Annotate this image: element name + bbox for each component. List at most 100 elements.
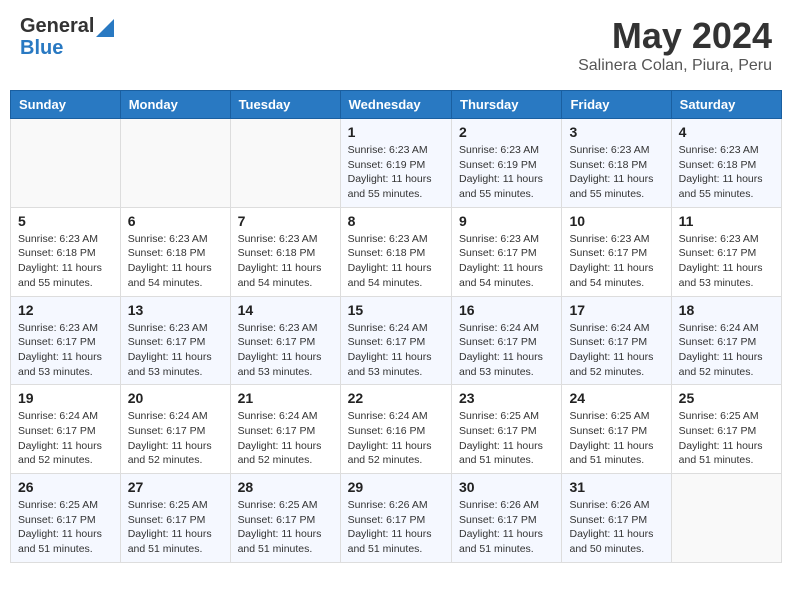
day-number: 25	[679, 390, 774, 406]
calendar-week-row: 19 Sunrise: 6:24 AM Sunset: 6:17 PM Dayli…	[11, 385, 782, 474]
day-info: Sunrise: 6:23 AM Sunset: 6:17 PM Dayligh…	[238, 321, 333, 380]
day-info: Sunrise: 6:26 AM Sunset: 6:17 PM Dayligh…	[348, 498, 444, 557]
day-number: 4	[679, 124, 774, 140]
calendar-week-row: 26 Sunrise: 6:25 AM Sunset: 6:17 PM Dayli…	[11, 474, 782, 563]
page-header: General Blue May 2024 Salinera Colan, Pi…	[10, 10, 782, 80]
calendar-cell: 1 Sunrise: 6:23 AM Sunset: 6:19 PM Daylig…	[340, 119, 451, 208]
day-info: Sunrise: 6:26 AM Sunset: 6:17 PM Dayligh…	[569, 498, 663, 557]
calendar-cell: 25 Sunrise: 6:25 AM Sunset: 6:17 PM Dayli…	[671, 385, 781, 474]
calendar-cell	[11, 119, 121, 208]
day-number: 23	[459, 390, 554, 406]
calendar-cell: 29Sunrise: 6:26 AM Sunset: 6:17 PM Dayli…	[340, 474, 451, 563]
day-info: Sunrise: 6:24 AM Sunset: 6:17 PM Dayligh…	[348, 321, 444, 380]
day-number: 5	[18, 213, 113, 229]
day-number: 26	[18, 479, 113, 495]
day-number: 17	[569, 302, 663, 318]
day-info: Sunrise: 6:23 AM Sunset: 6:18 PM Dayligh…	[679, 143, 774, 202]
calendar-cell: 31 Sunrise: 6:26 AM Sunset: 6:17 PM Dayli…	[562, 474, 671, 563]
day-info: Sunrise: 6:23 AM Sunset: 6:18 PM Dayligh…	[569, 143, 663, 202]
day-info: Sunrise: 6:24 AM Sunset: 6:17 PM Dayligh…	[128, 409, 223, 468]
location-title: Salinera Colan, Piura, Peru	[578, 57, 772, 75]
calendar-cell: 18 Sunrise: 6:24 AM Sunset: 6:17 PM Dayli…	[671, 296, 781, 385]
calendar-cell: 7 Sunrise: 6:23 AM Sunset: 6:18 PM Daylig…	[230, 207, 340, 296]
day-info: Sunrise: 6:24 AM Sunset: 6:17 PM Dayligh…	[569, 321, 663, 380]
day-number: 28	[238, 479, 333, 495]
day-number: 16	[459, 302, 554, 318]
day-number: 7	[238, 213, 333, 229]
calendar-cell: 24Sunrise: 6:25 AM Sunset: 6:17 PM Dayli…	[562, 385, 671, 474]
day-info: Sunrise: 6:23 AM Sunset: 6:17 PM Dayligh…	[569, 232, 663, 291]
day-number: 2	[459, 124, 554, 140]
day-info: Sunrise: 6:23 AM Sunset: 6:17 PM Dayligh…	[459, 232, 554, 291]
day-number: 14	[238, 302, 333, 318]
day-number: 10	[569, 213, 663, 229]
day-info: Sunrise: 6:25 AM Sunset: 6:17 PM Dayligh…	[679, 409, 774, 468]
calendar-cell: 17 Sunrise: 6:24 AM Sunset: 6:17 PM Dayli…	[562, 296, 671, 385]
day-info: Sunrise: 6:23 AM Sunset: 6:17 PM Dayligh…	[679, 232, 774, 291]
day-info: Sunrise: 6:24 AM Sunset: 6:17 PM Dayligh…	[679, 321, 774, 380]
day-info: Sunrise: 6:23 AM Sunset: 6:19 PM Dayligh…	[459, 143, 554, 202]
calendar-cell: 8Sunrise: 6:23 AM Sunset: 6:18 PM Daylig…	[340, 207, 451, 296]
day-number: 9	[459, 213, 554, 229]
calendar-cell: 19 Sunrise: 6:24 AM Sunset: 6:17 PM Dayli…	[11, 385, 121, 474]
day-number: 15	[348, 302, 444, 318]
day-info: Sunrise: 6:24 AM Sunset: 6:17 PM Dayligh…	[18, 409, 113, 468]
day-number: 1	[348, 124, 444, 140]
calendar-cell: 21Sunrise: 6:24 AM Sunset: 6:17 PM Dayli…	[230, 385, 340, 474]
calendar-cell: 28 Sunrise: 6:25 AM Sunset: 6:17 PM Dayli…	[230, 474, 340, 563]
calendar-week-row: 5 Sunrise: 6:23 AM Sunset: 6:18 PM Daylig…	[11, 207, 782, 296]
calendar-cell: 16 Sunrise: 6:24 AM Sunset: 6:17 PM Dayli…	[452, 296, 562, 385]
calendar-cell: 12 Sunrise: 6:23 AM Sunset: 6:17 PM Dayli…	[11, 296, 121, 385]
calendar-cell	[230, 119, 340, 208]
day-number: 8	[348, 213, 444, 229]
calendar-table: SundayMondayTuesdayWednesdayThursdayFrid…	[10, 90, 782, 563]
title-section: May 2024 Salinera Colan, Piura, Peru	[578, 15, 772, 75]
weekday-header-saturday: Saturday	[671, 91, 781, 119]
day-info: Sunrise: 6:23 AM Sunset: 6:17 PM Dayligh…	[18, 321, 113, 380]
calendar-cell: 9 Sunrise: 6:23 AM Sunset: 6:17 PM Daylig…	[452, 207, 562, 296]
day-number: 3	[569, 124, 663, 140]
calendar-week-row: 12 Sunrise: 6:23 AM Sunset: 6:17 PM Dayli…	[11, 296, 782, 385]
day-info: Sunrise: 6:25 AM Sunset: 6:17 PM Dayligh…	[459, 409, 554, 468]
day-info: Sunrise: 6:23 AM Sunset: 6:18 PM Dayligh…	[18, 232, 113, 291]
weekday-header-sunday: Sunday	[11, 91, 121, 119]
day-info: Sunrise: 6:23 AM Sunset: 6:18 PM Dayligh…	[238, 232, 333, 291]
day-number: 6	[128, 213, 223, 229]
day-info: Sunrise: 6:25 AM Sunset: 6:17 PM Dayligh…	[238, 498, 333, 557]
calendar-cell: 6Sunrise: 6:23 AM Sunset: 6:18 PM Daylig…	[120, 207, 230, 296]
month-title: May 2024	[578, 15, 772, 57]
day-info: Sunrise: 6:26 AM Sunset: 6:17 PM Dayligh…	[459, 498, 554, 557]
day-number: 19	[18, 390, 113, 406]
day-number: 31	[569, 479, 663, 495]
calendar-cell	[120, 119, 230, 208]
day-info: Sunrise: 6:25 AM Sunset: 6:17 PM Dayligh…	[18, 498, 113, 557]
calendar-cell: 13Sunrise: 6:23 AM Sunset: 6:17 PM Dayli…	[120, 296, 230, 385]
weekday-header-wednesday: Wednesday	[340, 91, 451, 119]
day-number: 30	[459, 479, 554, 495]
calendar-cell: 23 Sunrise: 6:25 AM Sunset: 6:17 PM Dayli…	[452, 385, 562, 474]
calendar-week-row: 1 Sunrise: 6:23 AM Sunset: 6:19 PM Daylig…	[11, 119, 782, 208]
weekday-header-row: SundayMondayTuesdayWednesdayThursdayFrid…	[11, 91, 782, 119]
day-info: Sunrise: 6:25 AM Sunset: 6:17 PM Dayligh…	[128, 498, 223, 557]
calendar-cell: 11Sunrise: 6:23 AM Sunset: 6:17 PM Dayli…	[671, 207, 781, 296]
day-number: 12	[18, 302, 113, 318]
day-number: 27	[128, 479, 223, 495]
calendar-cell: 26 Sunrise: 6:25 AM Sunset: 6:17 PM Dayli…	[11, 474, 121, 563]
day-info: Sunrise: 6:23 AM Sunset: 6:19 PM Dayligh…	[348, 143, 444, 202]
day-number: 21	[238, 390, 333, 406]
logo-bird-icon	[96, 19, 114, 37]
calendar-cell: 22Sunrise: 6:24 AM Sunset: 6:16 PM Dayli…	[340, 385, 451, 474]
logo: General Blue	[20, 15, 114, 60]
calendar-cell	[671, 474, 781, 563]
day-number: 24	[569, 390, 663, 406]
day-number: 13	[128, 302, 223, 318]
calendar-cell: 4 Sunrise: 6:23 AM Sunset: 6:18 PM Daylig…	[671, 119, 781, 208]
weekday-header-monday: Monday	[120, 91, 230, 119]
day-number: 18	[679, 302, 774, 318]
calendar-cell: 10 Sunrise: 6:23 AM Sunset: 6:17 PM Dayli…	[562, 207, 671, 296]
day-info: Sunrise: 6:24 AM Sunset: 6:16 PM Dayligh…	[348, 409, 444, 468]
weekday-header-friday: Friday	[562, 91, 671, 119]
calendar-cell: 2 Sunrise: 6:23 AM Sunset: 6:19 PM Daylig…	[452, 119, 562, 208]
day-info: Sunrise: 6:24 AM Sunset: 6:17 PM Dayligh…	[459, 321, 554, 380]
day-number: 20	[128, 390, 223, 406]
